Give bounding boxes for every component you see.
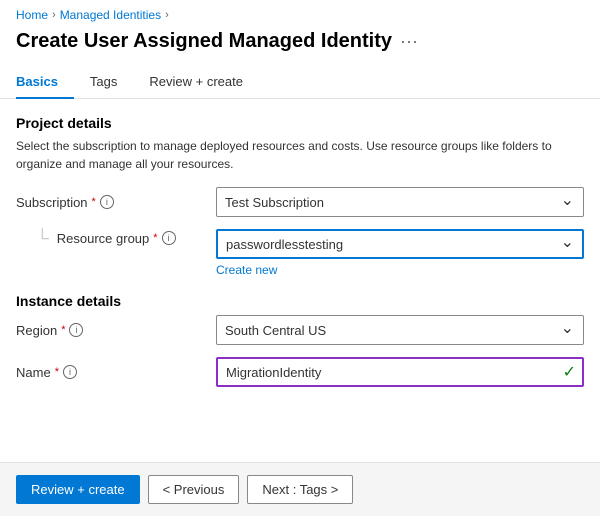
breadcrumb-managed-identities[interactable]: Managed Identities [60,8,161,22]
region-label-col: Region * i [16,323,216,338]
tab-review-create[interactable]: Review + create [149,66,259,99]
footer: Review + create < Previous Next : Tags > [0,462,600,516]
name-input-wrapper: ✓ [216,357,584,387]
subscription-row: Subscription * i Test Subscription [16,187,584,217]
subscription-label-col: Subscription * i [16,195,216,210]
resource-group-control: passwordlesstesting Create new [216,229,584,277]
tab-basics[interactable]: Basics [16,66,74,99]
resource-group-label-col: └ Resource group * i [16,229,216,247]
tab-tags[interactable]: Tags [90,66,133,99]
name-row: Name * i ✓ [16,357,584,387]
breadcrumb-home[interactable]: Home [16,8,48,22]
subscription-dropdown-wrapper: Test Subscription [216,187,584,217]
instance-details-section: Instance details Region * i South Centra… [16,293,584,387]
name-label-col: Name * i [16,365,216,380]
subscription-required: * [92,196,96,208]
subscription-info-icon[interactable]: i [100,195,114,209]
name-check-icon: ✓ [563,362,576,382]
name-info-icon[interactable]: i [63,365,77,379]
region-control: South Central US [216,315,584,345]
name-label: Name [16,365,51,380]
resource-group-info-icon[interactable]: i [162,231,176,245]
name-control: ✓ [216,357,584,387]
name-required: * [55,366,59,378]
name-input[interactable] [216,357,584,387]
project-details-header: Project details [16,115,584,131]
main-content: Project details Select the subscription … [0,99,600,462]
resource-group-label: Resource group [57,231,150,246]
next-tags-button[interactable]: Next : Tags > [247,475,353,504]
resource-group-dropdown[interactable]: passwordlesstesting [216,229,584,259]
region-dropdown-wrapper: South Central US [216,315,584,345]
page-title-row: Create User Assigned Managed Identity ··… [0,26,600,65]
page-wrapper: Home › Managed Identities › Create User … [0,0,600,516]
resource-group-required: * [153,232,157,244]
more-options-icon[interactable]: ··· [400,31,418,52]
project-details-description: Select the subscription to manage deploy… [16,137,584,173]
region-row: Region * i South Central US [16,315,584,345]
region-required: * [61,324,65,336]
resource-group-row: └ Resource group * i passwordlesstesting… [16,229,584,277]
instance-details-header: Instance details [16,293,584,309]
page-title: Create User Assigned Managed Identity [16,30,392,53]
resource-group-dropdown-wrapper: passwordlesstesting [216,229,584,259]
breadcrumb-sep-1: › [52,9,56,21]
tab-bar: Basics Tags Review + create [0,65,600,99]
breadcrumb: Home › Managed Identities › [0,0,600,26]
review-create-button[interactable]: Review + create [16,475,140,504]
region-dropdown[interactable]: South Central US [216,315,584,345]
subscription-control: Test Subscription [216,187,584,217]
subscription-label: Subscription [16,195,88,210]
region-label: Region [16,323,57,338]
breadcrumb-sep-2: › [165,9,169,21]
previous-button[interactable]: < Previous [148,475,240,504]
create-new-link[interactable]: Create new [216,263,584,277]
subscription-dropdown[interactable]: Test Subscription [216,187,584,217]
region-info-icon[interactable]: i [69,323,83,337]
